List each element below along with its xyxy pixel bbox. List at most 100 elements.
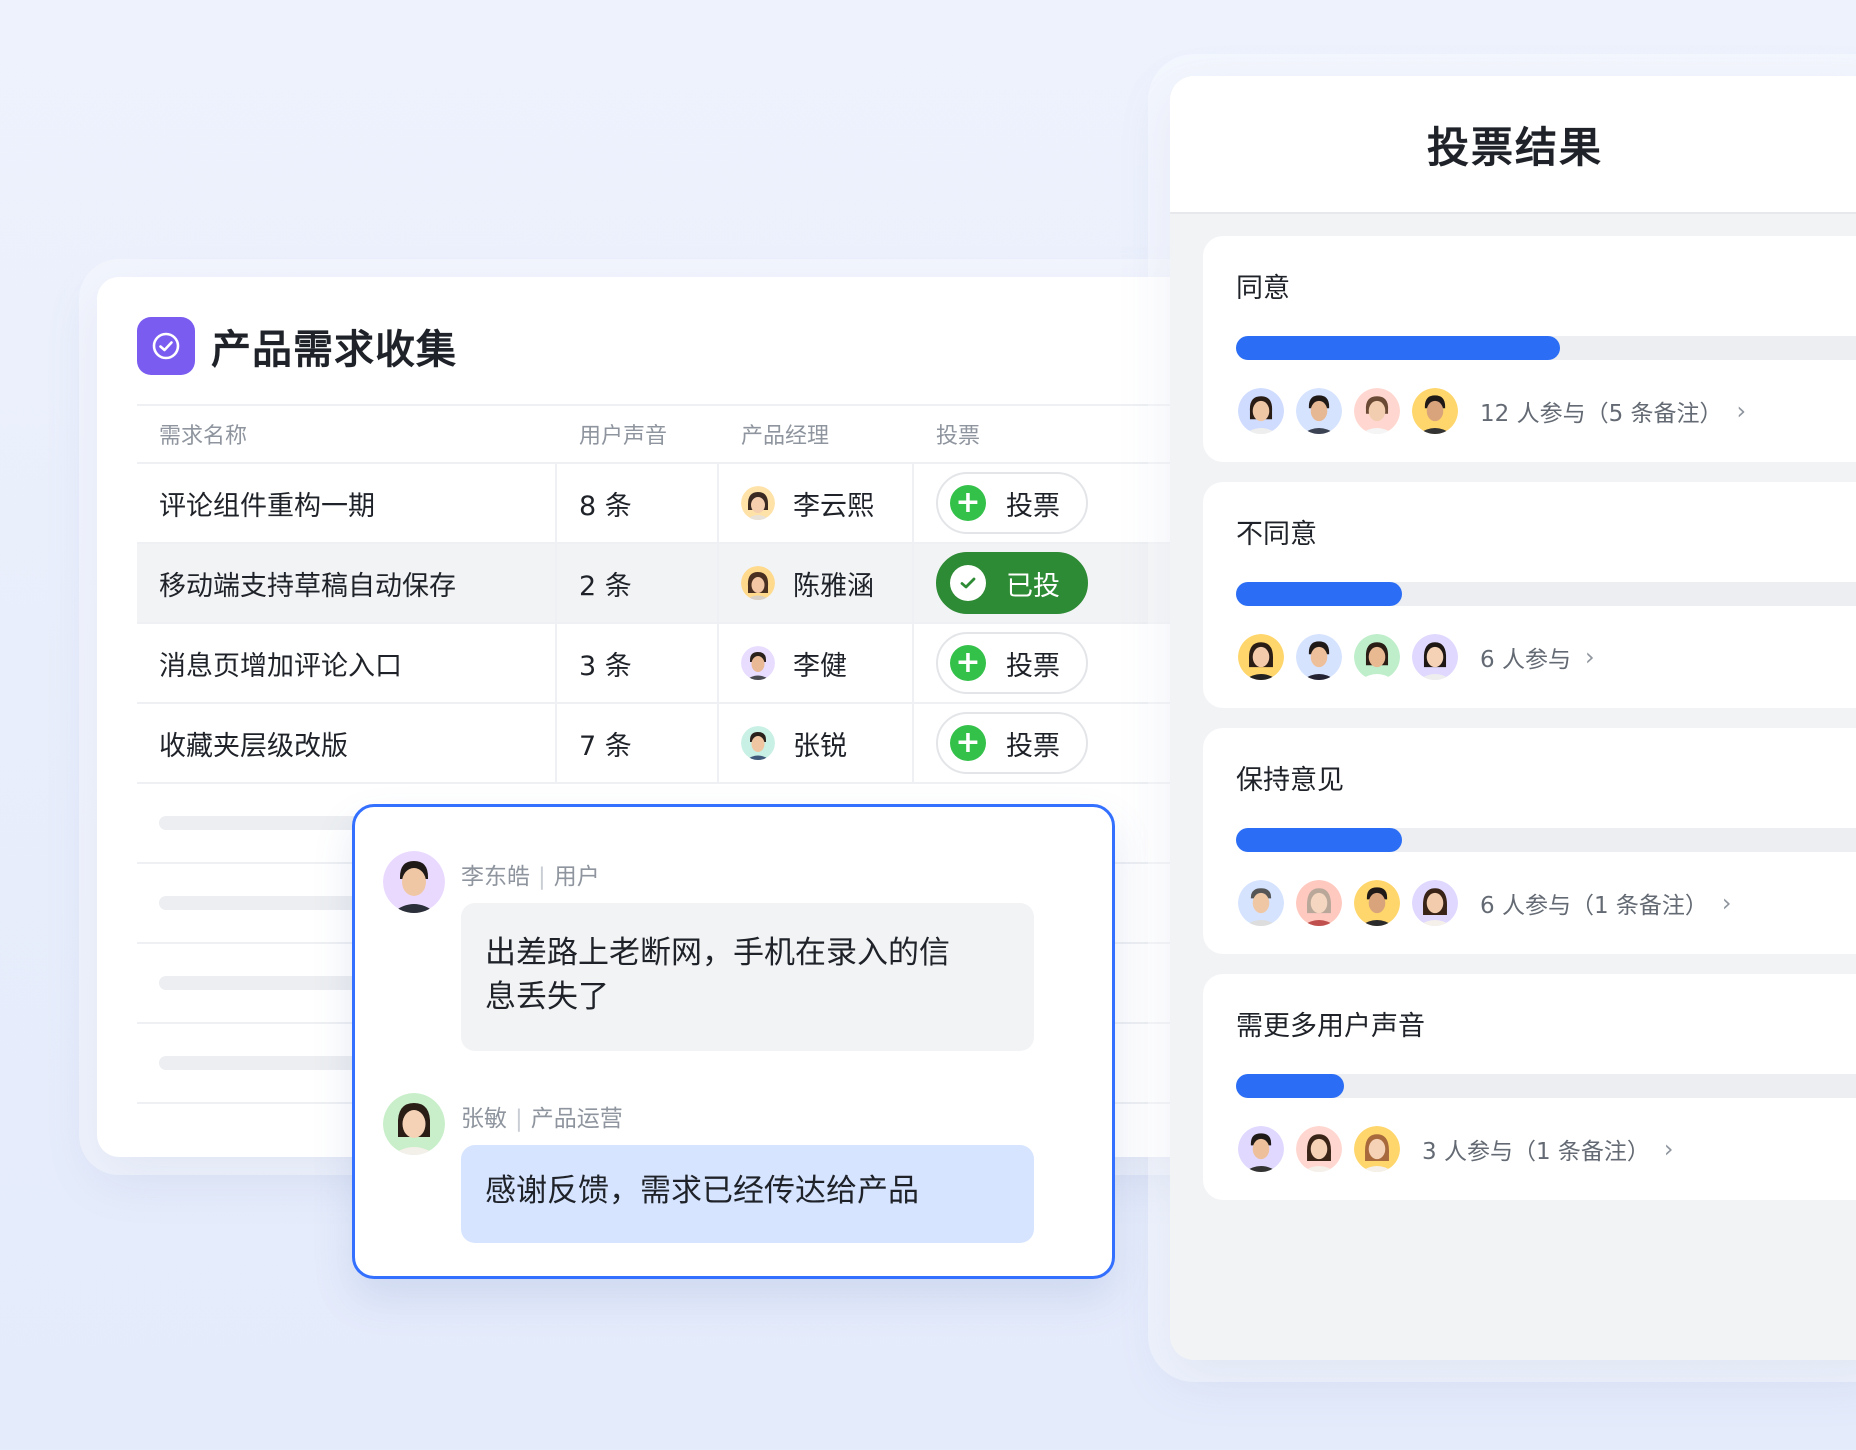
comment-text-line: 息丢失了 — [485, 979, 609, 1015]
manager-name: 李健 — [793, 650, 847, 682]
option-name: 需更多用户声音 — [1236, 1011, 1425, 1042]
plus-circle-icon: + — [950, 645, 986, 681]
avatar — [741, 486, 775, 520]
avatar — [1410, 386, 1460, 436]
voted-button[interactable]: 已投 — [936, 552, 1088, 614]
comment-meta: 张敏 | 产品运营 — [461, 1099, 623, 1133]
progress-track — [1236, 582, 1856, 606]
comment-bubble: 出差路上老断网，手机在录入的信 息丢失了 — [461, 903, 1034, 1051]
plus-circle-icon: + — [950, 725, 986, 761]
voice-count: 7 条 — [557, 704, 719, 782]
avatar — [741, 566, 775, 600]
vote-option-card[interactable]: 不同意 6 人参与 › — [1203, 482, 1856, 708]
comment-author: 张敏 — [461, 1106, 507, 1132]
vote-button[interactable]: + 投票 — [936, 632, 1088, 694]
comment-bubble: 感谢反馈，需求已经传达给产品 — [461, 1145, 1034, 1243]
avatar — [1352, 632, 1402, 682]
vote-results-panel: 投票结果 同意 12 人参与（5 条备注） › 不同意 6 人参与 › 保持意见… — [1170, 76, 1856, 1360]
comments-popup: 李东皓 | 用户 出差路上老断网，手机在录入的信 息丢失了 张敏 | 产品运营 感谢反馈… — [352, 804, 1115, 1279]
vote-option-card[interactable]: 同意 12 人参与（5 条备注） › — [1203, 236, 1856, 462]
option-footer[interactable]: 6 人参与 › — [1236, 632, 1595, 682]
avatar — [1352, 1124, 1402, 1174]
vote-option-card[interactable]: 需更多用户声音 3 人参与（1 条备注） › — [1203, 974, 1856, 1200]
avatar — [1294, 1124, 1344, 1174]
manager-name: 李云熙 — [793, 490, 874, 522]
option-footer[interactable]: 12 人参与（5 条备注） › — [1236, 386, 1746, 436]
avatar — [1410, 632, 1460, 682]
avatar — [1294, 386, 1344, 436]
progress-track — [1236, 336, 1856, 360]
avatar — [383, 851, 445, 913]
progress-fill — [1236, 582, 1402, 606]
table-header: 需求名称 用户声音 产品经理 投票 — [137, 404, 1257, 464]
option-summary: 3 人参与（1 条备注） — [1422, 1139, 1650, 1165]
comment-author: 李东皓 — [461, 864, 530, 890]
comment-role: 产品运营 — [530, 1106, 623, 1132]
manager-name: 张锐 — [793, 730, 847, 762]
progress-track — [1236, 1074, 1856, 1098]
manager-cell: 陈雅涵 — [719, 544, 914, 622]
comment-text-line: 出差路上老断网，手机在录入的信 — [485, 935, 950, 971]
requirement-name: 移动端支持草稿自动保存 — [137, 544, 557, 622]
comment-role: 用户 — [553, 864, 600, 890]
avatar — [741, 726, 775, 760]
table-row[interactable]: 收藏夹层级改版 7 条 张锐 + 投票 — [137, 704, 1257, 784]
avatar — [1352, 386, 1402, 436]
check-circle-icon — [137, 317, 195, 375]
avatar — [1236, 878, 1286, 928]
table-row[interactable]: 消息页增加评论入口 3 条 李健 + 投票 — [137, 624, 1257, 704]
chevron-right-icon[interactable]: › — [1585, 643, 1595, 671]
progress-fill — [1236, 336, 1560, 360]
chevron-right-icon[interactable]: › — [1664, 1135, 1674, 1163]
vote-button[interactable]: + 投票 — [936, 712, 1088, 774]
panel-header: 投票结果 — [1170, 76, 1856, 214]
vote-button[interactable]: + 投票 — [936, 472, 1088, 534]
option-summary: 6 人参与 — [1480, 647, 1571, 673]
meta-divider: | — [515, 1106, 523, 1132]
vote-button-label: 投票 — [1006, 490, 1060, 522]
table-row[interactable]: 评论组件重构一期 8 条 李云熙 + 投票 — [137, 464, 1257, 544]
column-header-name[interactable]: 需求名称 — [137, 418, 557, 450]
manager-name: 陈雅涵 — [793, 570, 874, 602]
requirement-name: 评论组件重构一期 — [137, 464, 557, 542]
card-header: 产品需求收集 — [137, 317, 457, 375]
progress-fill — [1236, 828, 1402, 852]
vote-button-label: 已投 — [1006, 570, 1060, 602]
column-header-voices[interactable]: 用户声音 — [557, 418, 719, 450]
meta-divider: | — [538, 864, 546, 890]
avatar — [1236, 632, 1286, 682]
option-name: 同意 — [1236, 273, 1290, 304]
requirement-name: 消息页增加评论入口 — [137, 624, 557, 702]
avatar — [1236, 1124, 1286, 1174]
manager-cell: 李云熙 — [719, 464, 914, 542]
avatar — [741, 646, 775, 680]
table-row[interactable]: 移动端支持草稿自动保存 2 条 陈雅涵 已投 — [137, 544, 1257, 624]
vote-button-label: 投票 — [1006, 730, 1060, 762]
vote-option-card[interactable]: 保持意见 6 人参与（1 条备注） › — [1203, 728, 1856, 954]
option-summary: 12 人参与（5 条备注） — [1480, 401, 1723, 427]
avatar — [1294, 878, 1344, 928]
comment-meta: 李东皓 | 用户 — [461, 857, 600, 891]
avatar — [1236, 386, 1286, 436]
voice-count: 2 条 — [557, 544, 719, 622]
avatar — [1294, 632, 1344, 682]
manager-cell: 张锐 — [719, 704, 914, 782]
avatar — [1410, 878, 1460, 928]
progress-fill — [1236, 1074, 1344, 1098]
avatar — [1352, 878, 1402, 928]
requirement-name: 收藏夹层级改版 — [137, 704, 557, 782]
voice-count: 3 条 — [557, 624, 719, 702]
voice-count: 8 条 — [557, 464, 719, 542]
option-footer[interactable]: 6 人参与（1 条备注） › — [1236, 878, 1732, 928]
vote-button-label: 投票 — [1006, 650, 1060, 682]
chevron-right-icon[interactable]: › — [1737, 397, 1747, 425]
option-summary: 6 人参与（1 条备注） — [1480, 893, 1708, 919]
option-footer[interactable]: 3 人参与（1 条备注） › — [1236, 1124, 1674, 1174]
option-name: 不同意 — [1236, 519, 1317, 550]
panel-title: 投票结果 — [1426, 122, 1603, 172]
option-name: 保持意见 — [1236, 765, 1344, 796]
progress-track — [1236, 828, 1856, 852]
chevron-right-icon[interactable]: › — [1722, 889, 1732, 917]
card-title: 产品需求收集 — [211, 327, 457, 373]
column-header-manager[interactable]: 产品经理 — [719, 418, 914, 450]
